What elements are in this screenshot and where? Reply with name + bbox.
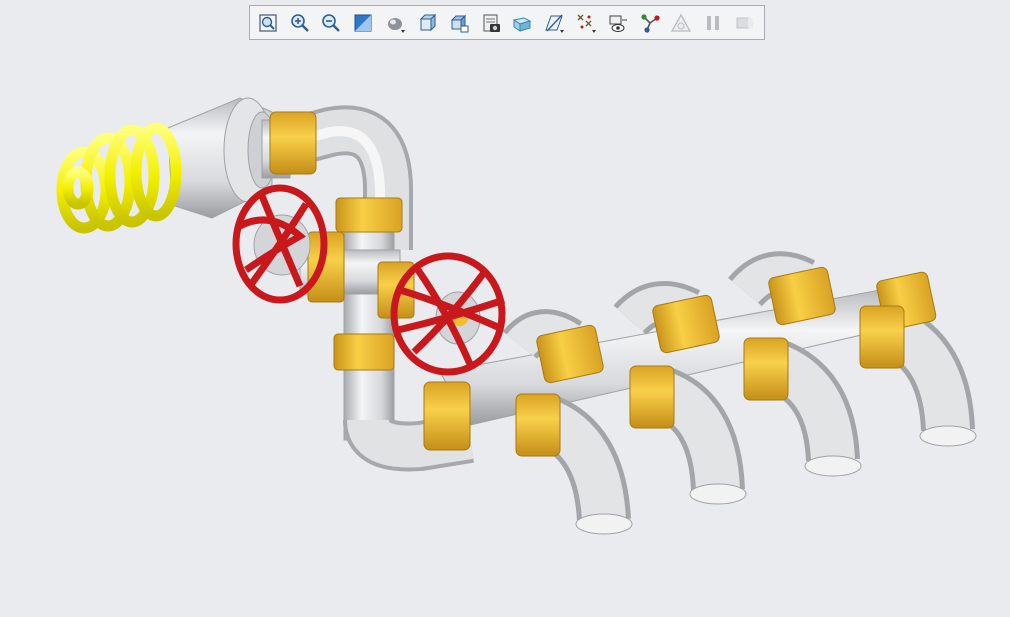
light-bulb[interactable] <box>56 97 291 234</box>
zoom-in-icon <box>289 12 311 34</box>
graphics-toolbar <box>249 5 765 40</box>
repaint-icon <box>352 12 374 34</box>
appearance-icon <box>670 12 692 34</box>
pause-button[interactable] <box>700 10 726 36</box>
annotation-display-icon <box>575 12 597 34</box>
repaint-button[interactable] <box>350 10 376 36</box>
pause-icon <box>702 12 724 34</box>
exit-button[interactable] <box>732 10 758 36</box>
display-style-icon <box>384 12 406 34</box>
zoom-in-button[interactable] <box>287 10 313 36</box>
section-button[interactable] <box>478 10 504 36</box>
perspective-button[interactable] <box>510 10 536 36</box>
datum-display-icon <box>543 12 565 34</box>
datum-points-button[interactable] <box>637 10 663 36</box>
datum-points-icon <box>639 12 661 34</box>
zoom-out-icon <box>320 12 342 34</box>
bulb-spiral <box>56 122 182 234</box>
annotation-display-button[interactable] <box>573 10 599 36</box>
refit-button[interactable] <box>255 10 281 36</box>
section-icon <box>480 12 502 34</box>
datum-display-button[interactable] <box>541 10 567 36</box>
view-manager-button[interactable] <box>446 10 472 36</box>
spin-center-icon <box>607 12 629 34</box>
appearance-button[interactable] <box>669 10 695 36</box>
exit-icon <box>734 12 756 34</box>
refit-icon <box>257 12 279 34</box>
model-canvas[interactable] <box>0 0 1010 612</box>
saved-orientations-button[interactable] <box>414 10 440 36</box>
3d-viewport[interactable] <box>0 0 1010 612</box>
saved-orientations-icon <box>416 12 438 34</box>
spin-center-button[interactable] <box>605 10 631 36</box>
zoom-out-button[interactable] <box>319 10 345 36</box>
view-manager-icon <box>448 12 470 34</box>
perspective-icon <box>511 12 533 34</box>
display-style-button[interactable] <box>382 10 408 36</box>
